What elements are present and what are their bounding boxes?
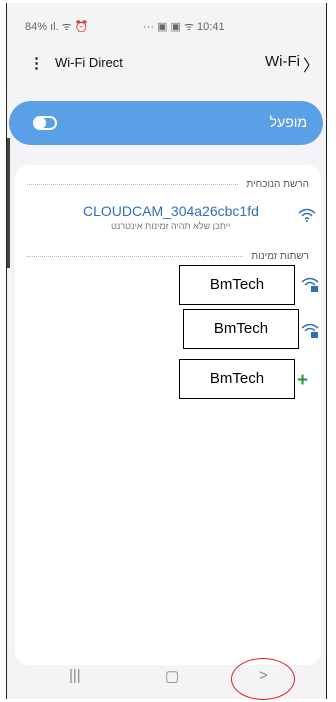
wifi-direct-toggle-bar[interactable]: מופעל (9, 101, 323, 145)
current-network-header: הרשת הנוכחית (27, 177, 309, 191)
edge-panel-handle[interactable] (7, 138, 10, 268)
available-networks-header: רשתות זמינות (27, 249, 309, 263)
status-left: 84% ıl. ᯤ ⏰ (25, 21, 89, 33)
network-item[interactable]: BmTech (179, 359, 295, 399)
wifi-icon (298, 208, 316, 222)
phone-screen: 84% ıl. ᯤ ⏰ ··· ▣ ▣ ᯤ 10:41 ⋮ Wi-Fi Dire… (6, 3, 327, 699)
available-networks-header-text: רשתות זמינות (251, 250, 309, 262)
more-options-icon[interactable]: ⋮ (29, 54, 44, 72)
toggle-knob (34, 117, 46, 129)
recents-button[interactable]: ||| (69, 667, 81, 684)
add-network-icon[interactable]: + (297, 371, 308, 390)
toggle-switch[interactable] (33, 116, 57, 130)
wifi-label[interactable]: Wi-Fi (265, 53, 300, 70)
home-button[interactable]: ▢ (165, 667, 179, 685)
networks-card: הרשת הנוכחית CLOUDCAM_304a26cbc1fd ייתכן… (15, 165, 321, 665)
wifi-direct-title[interactable]: Wi-Fi Direct (55, 55, 123, 70)
network-item[interactable]: BmTech (179, 265, 295, 305)
current-network-header-text: הרשת הנוכחית (246, 178, 309, 190)
wifi-locked-icon (301, 277, 319, 292)
current-network-subtitle: ייתכן שלא תהיה זמינות אינטרנט (111, 221, 231, 231)
chevron-right-icon[interactable]: 〉 (303, 52, 319, 76)
highlight-circle (231, 658, 295, 700)
top-bar: ⋮ Wi-Fi Direct Wi-Fi 〉 (7, 41, 326, 83)
network-item[interactable]: BmTech (183, 309, 299, 349)
status-bar: 84% ıl. ᯤ ⏰ ··· ▣ ▣ ᯤ 10:41 (7, 3, 326, 41)
divider (27, 183, 239, 185)
status-right: ··· ▣ ▣ ᯤ 10:41 (143, 21, 225, 33)
divider (27, 255, 244, 257)
wifi-locked-icon (301, 323, 319, 338)
toggle-label: מופעל (269, 114, 307, 130)
current-network-ssid[interactable]: CLOUDCAM_304a26cbc1fd (83, 203, 259, 219)
